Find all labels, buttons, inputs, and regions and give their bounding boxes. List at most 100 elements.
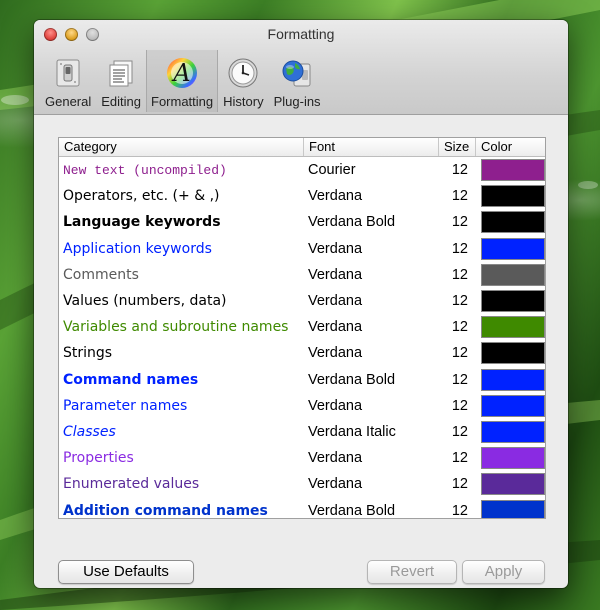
table-row[interactable]: Command names Verdana Bold 12	[59, 367, 545, 393]
category-cell: Values (numbers, data)	[63, 293, 227, 310]
color-swatch[interactable]	[481, 473, 545, 496]
color-cell	[476, 159, 545, 182]
preferences-toolbar: General Editing A Formatting History Plu…	[40, 50, 326, 112]
color-cell	[476, 368, 545, 391]
font-cell[interactable]: Courier	[304, 162, 439, 178]
table-row[interactable]: Strings Verdana 12	[59, 340, 545, 366]
size-cell[interactable]: 12	[439, 476, 476, 492]
tab-general-label: General	[45, 94, 92, 109]
formatting-pane: Category Font Size Color New text (uncom…	[34, 115, 568, 588]
color-cell	[476, 394, 545, 417]
color-cell	[476, 499, 545, 518]
font-a-icon: A	[165, 56, 199, 90]
color-swatch[interactable]	[481, 159, 545, 182]
tab-general[interactable]: General	[40, 50, 96, 112]
column-header-size[interactable]: Size	[439, 138, 476, 156]
category-cell: Properties	[63, 450, 134, 467]
category-cell: Enumerated values	[63, 476, 200, 493]
color-cell	[476, 342, 545, 365]
category-cell: Application keywords	[63, 240, 212, 257]
document-icon	[104, 56, 138, 90]
table-body: New text (uncompiled) Courier 12 Operators,…	[59, 157, 545, 518]
color-cell	[476, 211, 545, 234]
font-cell[interactable]: Verdana	[304, 345, 439, 361]
color-cell	[476, 316, 545, 339]
size-cell[interactable]: 12	[439, 450, 476, 466]
color-swatch[interactable]	[481, 290, 545, 313]
size-cell[interactable]: 12	[439, 398, 476, 414]
font-cell[interactable]: Verdana Bold	[304, 503, 439, 518]
tab-formatting[interactable]: A Formatting	[146, 50, 219, 112]
color-cell	[476, 263, 545, 286]
use-defaults-button[interactable]: Use Defaults	[58, 560, 194, 584]
font-cell[interactable]: Verdana	[304, 267, 439, 283]
size-cell[interactable]: 12	[439, 372, 476, 388]
category-cell: Strings	[63, 345, 113, 362]
size-cell[interactable]: 12	[439, 267, 476, 283]
apply-button[interactable]: Apply	[462, 560, 545, 584]
size-cell[interactable]: 12	[439, 188, 476, 204]
formatting-window: Formatting General Editing A Formatting …	[34, 20, 568, 588]
table-row[interactable]: Language keywords Verdana Bold 12	[59, 209, 545, 235]
color-swatch[interactable]	[481, 342, 545, 365]
size-cell[interactable]: 12	[439, 424, 476, 440]
font-cell[interactable]: Verdana	[304, 476, 439, 492]
switch-icon	[51, 56, 85, 90]
tab-history[interactable]: History	[218, 50, 268, 112]
table-row[interactable]: Comments Verdana 12	[59, 262, 545, 288]
size-cell[interactable]: 12	[439, 293, 476, 309]
color-swatch[interactable]	[481, 185, 545, 208]
size-cell[interactable]: 12	[439, 503, 476, 518]
column-header-font[interactable]: Font	[304, 138, 439, 156]
size-cell[interactable]: 12	[439, 345, 476, 361]
table-row[interactable]: Operators, etc. (+ & ,) Verdana 12	[59, 183, 545, 209]
window-title: Formatting	[267, 26, 335, 42]
font-cell[interactable]: Verdana	[304, 293, 439, 309]
color-swatch[interactable]	[481, 237, 545, 260]
font-cell[interactable]: Verdana	[304, 319, 439, 335]
size-cell[interactable]: 12	[439, 214, 476, 230]
tab-editing[interactable]: Editing	[96, 50, 146, 112]
color-swatch[interactable]	[481, 263, 545, 286]
category-cell: Comments	[63, 266, 139, 283]
font-cell[interactable]: Verdana Italic	[304, 424, 439, 440]
color-cell	[476, 185, 545, 208]
color-swatch[interactable]	[481, 447, 545, 470]
font-cell[interactable]: Verdana Bold	[304, 214, 439, 230]
column-header-color[interactable]: Color	[476, 138, 545, 156]
tab-plugins[interactable]: Plug-ins	[269, 50, 326, 112]
size-cell[interactable]: 12	[439, 241, 476, 257]
font-cell[interactable]: Verdana	[304, 398, 439, 414]
table-row[interactable]: Enumerated values Verdana 12	[59, 471, 545, 497]
category-cell: Language keywords	[63, 214, 221, 231]
revert-button[interactable]: Revert	[367, 560, 457, 584]
color-swatch[interactable]	[481, 499, 545, 518]
font-cell[interactable]: Verdana Bold	[304, 372, 439, 388]
color-swatch[interactable]	[481, 316, 545, 339]
font-cell[interactable]: Verdana	[304, 188, 439, 204]
size-cell[interactable]: 12	[439, 162, 476, 178]
color-swatch[interactable]	[481, 211, 545, 234]
table-row[interactable]: Addition command names Verdana Bold 12	[59, 497, 545, 518]
font-cell[interactable]: Verdana	[304, 241, 439, 257]
table-row[interactable]: Properties Verdana 12	[59, 445, 545, 471]
table-row[interactable]: Values (numbers, data) Verdana 12	[59, 288, 545, 314]
table-row[interactable]: Application keywords Verdana 12	[59, 236, 545, 262]
color-swatch[interactable]	[481, 394, 545, 417]
svg-text:A: A	[171, 59, 190, 87]
size-cell[interactable]: 12	[439, 319, 476, 335]
table-row[interactable]: New text (uncompiled) Courier 12	[59, 157, 545, 183]
color-swatch[interactable]	[481, 420, 545, 443]
font-cell[interactable]: Verdana	[304, 450, 439, 466]
table-row[interactable]: Parameter names Verdana 12	[59, 393, 545, 419]
tab-formatting-label: Formatting	[151, 94, 214, 109]
clock-icon	[226, 56, 260, 90]
column-header-category[interactable]: Category	[59, 138, 304, 156]
formatting-table[interactable]: Category Font Size Color New text (uncom…	[58, 137, 546, 519]
color-cell	[476, 290, 545, 313]
table-row[interactable]: Classes Verdana Italic 12	[59, 419, 545, 445]
color-swatch[interactable]	[481, 368, 545, 391]
tab-plugins-label: Plug-ins	[273, 94, 321, 109]
table-row[interactable]: Variables and subroutine names Verdana 12	[59, 314, 545, 340]
color-cell	[476, 473, 545, 496]
